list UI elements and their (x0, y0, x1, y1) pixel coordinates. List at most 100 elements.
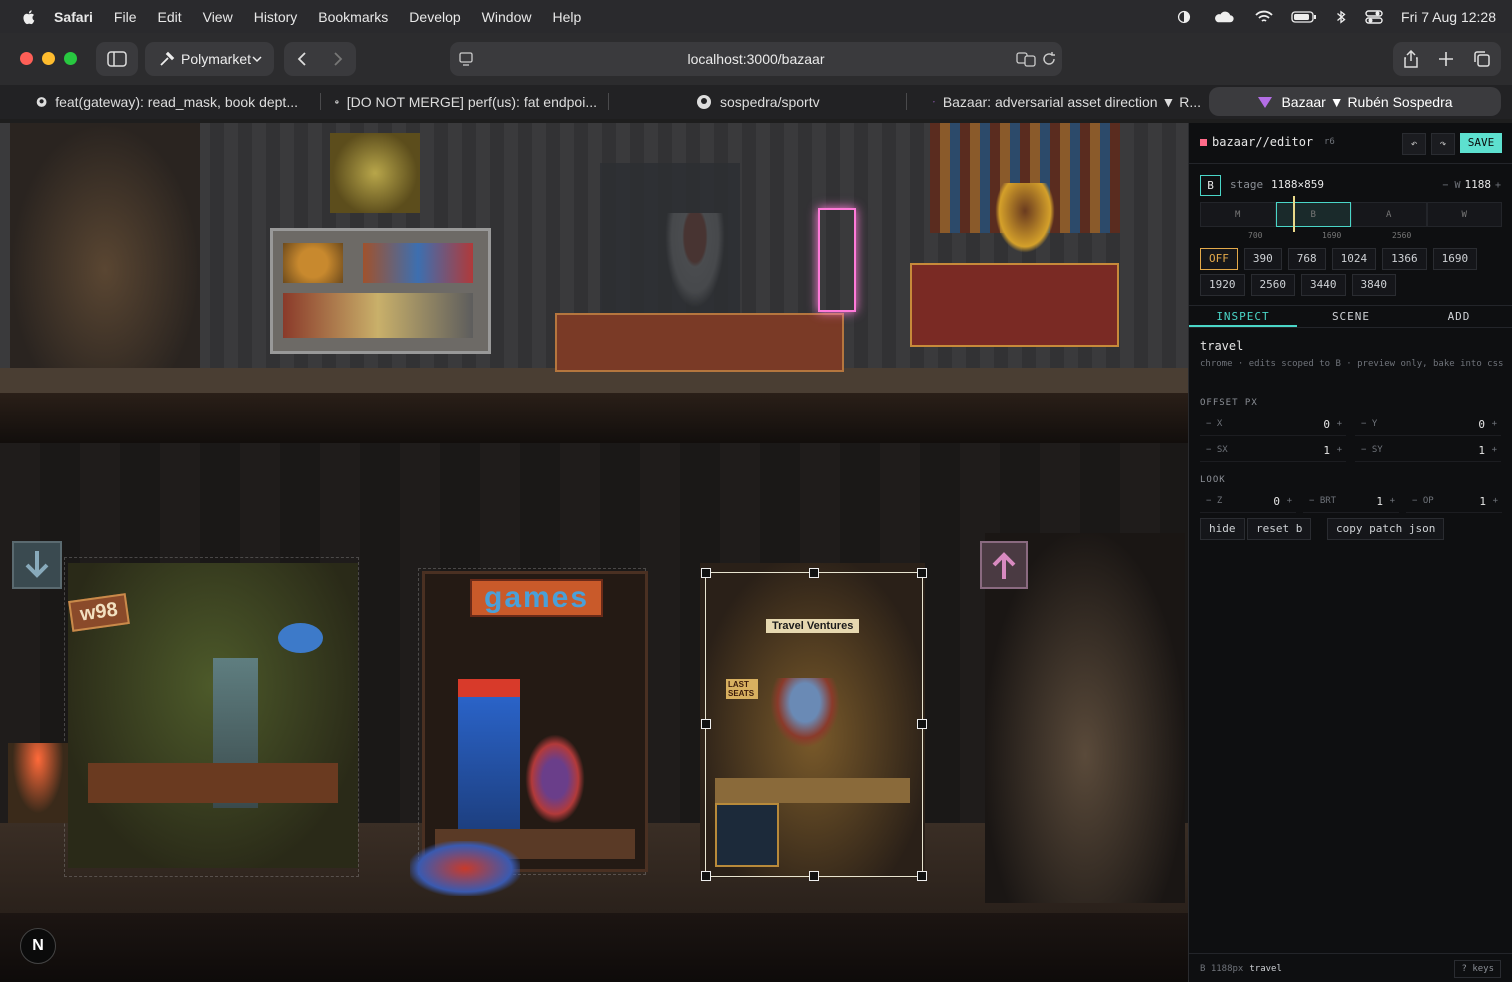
tab-perf-pr[interactable]: [DO NOT MERGE] perf(us): fat endpoi... (335, 87, 597, 116)
control-center-icon[interactable] (1365, 9, 1383, 24)
resize-handle-n[interactable] (809, 568, 819, 578)
bazaar-stage[interactable]: w98 games Travel Ventures LAST SEATS N (0, 123, 1188, 982)
resize-handle-s[interactable] (809, 871, 819, 881)
close-window-button[interactable] (20, 52, 33, 65)
battery-icon[interactable] (1291, 10, 1317, 24)
media-vendor[interactable] (995, 183, 1055, 253)
look-z-field[interactable]: − Z 0 + (1200, 492, 1296, 513)
field-value[interactable]: 0 (1323, 418, 1330, 431)
next-devtools-button[interactable]: N (20, 928, 56, 964)
selection-frame[interactable] (705, 572, 923, 877)
back-button[interactable] (296, 51, 308, 67)
breakpoint-w[interactable]: W (1426, 202, 1502, 227)
resize-handle-e[interactable] (917, 719, 927, 729)
cloud-icon[interactable] (1211, 10, 1237, 24)
field-value[interactable]: 0 (1273, 495, 1280, 508)
forward-button[interactable] (332, 51, 344, 67)
width-decrement[interactable]: − W (1442, 180, 1460, 191)
profile-selector[interactable]: Polymarket (145, 42, 274, 76)
save-button[interactable]: SAVE (1460, 133, 1502, 153)
copy-patch-json-button[interactable]: copy patch json (1327, 518, 1445, 540)
undo-button[interactable]: ↶ (1402, 133, 1426, 155)
contrast-icon[interactable] (1175, 10, 1193, 24)
breakpoint-slider[interactable]: M B A W (1200, 196, 1502, 232)
sidebar-toggle-button[interactable] (96, 42, 138, 76)
width-preset[interactable]: 1920 (1200, 274, 1245, 296)
tab-add[interactable]: ADD (1405, 306, 1512, 327)
increment-button[interactable]: + (1390, 496, 1395, 506)
width-preset[interactable]: 390 (1243, 248, 1282, 270)
offset-x-field[interactable]: − X 0 + (1200, 415, 1346, 436)
clock[interactable]: Fri 7 Aug 12:28 (1401, 9, 1496, 25)
translate-icon[interactable] (1016, 51, 1036, 67)
breakpoint-a[interactable]: A (1351, 202, 1427, 227)
resize-handle-se[interactable] (917, 871, 927, 881)
tab-bazaar-direction[interactable]: Bazaar: adversarial asset direction ▼ R.… (933, 87, 1201, 116)
width-preset-off[interactable]: OFF (1200, 248, 1238, 270)
increment-button[interactable]: + (1287, 496, 1292, 506)
offset-sx-field[interactable]: − SX 1 + (1200, 441, 1346, 462)
robot-lamp-prop[interactable] (330, 133, 420, 213)
neon-sign[interactable] (818, 208, 856, 312)
breakpoint-badge[interactable]: B (1200, 175, 1221, 196)
hide-button[interactable]: hide (1200, 518, 1245, 540)
tab-overview-button[interactable] (1473, 50, 1491, 68)
field-value[interactable]: 1 (1478, 444, 1485, 457)
tab-sportv[interactable]: sospedra/sportv (696, 87, 856, 116)
width-preset[interactable]: 768 (1287, 248, 1326, 270)
down-stairs-sign[interactable] (12, 541, 62, 589)
field-value[interactable]: 1 (1323, 444, 1330, 457)
field-value[interactable]: 1 (1376, 495, 1383, 508)
menu-history[interactable]: History (254, 9, 298, 25)
menu-window[interactable]: Window (482, 9, 532, 25)
breakpoint-b[interactable]: B (1275, 202, 1351, 227)
tech-rug[interactable] (555, 313, 844, 372)
look-brightness-field[interactable]: − BRT 1 + (1303, 492, 1399, 513)
increment-button[interactable]: + (1492, 445, 1497, 455)
resize-handle-nw[interactable] (701, 568, 711, 578)
tab-bazaar-active[interactable]: Bazaar ▼ Rubén Sospedra (1209, 87, 1501, 116)
menu-file[interactable]: File (114, 9, 137, 25)
offset-y-field[interactable]: − Y 0 + (1355, 415, 1501, 436)
menu-app-name[interactable]: Safari (54, 9, 93, 25)
media-counter[interactable] (910, 263, 1119, 347)
menu-view[interactable]: View (203, 9, 233, 25)
minimize-window-button[interactable] (42, 52, 55, 65)
address-bar[interactable]: localhost:3000/bazaar (450, 42, 1062, 76)
tab-inspect[interactable]: INSPECT (1189, 306, 1297, 327)
resize-handle-w[interactable] (701, 719, 711, 729)
increment-button[interactable]: + (1493, 496, 1498, 506)
increment-button[interactable]: + (1337, 445, 1342, 455)
breakpoint-m[interactable]: M (1200, 202, 1276, 227)
tab-gateway-pr[interactable]: feat(gateway): read_mask, book dept... (36, 87, 298, 116)
reset-breakpoint-button[interactable]: reset b (1247, 518, 1312, 540)
field-value[interactable]: 1 (1479, 495, 1486, 508)
tab-scene[interactable]: SCENE (1297, 306, 1405, 327)
width-value[interactable]: 1188 (1464, 178, 1491, 191)
width-preset[interactable]: 1366 (1382, 248, 1427, 270)
apple-icon[interactable] (20, 8, 38, 26)
width-cursor[interactable] (1293, 196, 1295, 232)
resize-handle-ne[interactable] (917, 568, 927, 578)
width-preset[interactable]: 3440 (1301, 274, 1346, 296)
offset-sy-field[interactable]: − SY 1 + (1355, 441, 1501, 462)
width-preset[interactable]: 3840 (1351, 274, 1396, 296)
wifi-icon[interactable] (1255, 10, 1273, 24)
menu-edit[interactable]: Edit (157, 9, 181, 25)
width-preset[interactable]: 1024 (1331, 248, 1377, 270)
increment-button[interactable]: + (1337, 419, 1342, 429)
width-increment[interactable]: + (1495, 180, 1501, 191)
menu-develop[interactable]: Develop (409, 9, 460, 25)
field-value[interactable]: 0 (1478, 418, 1485, 431)
zoom-window-button[interactable] (64, 52, 77, 65)
look-opacity-field[interactable]: − OP 1 + (1406, 492, 1502, 513)
reload-icon[interactable] (1042, 52, 1056, 66)
redo-button[interactable]: ↷ (1431, 133, 1455, 155)
width-preset[interactable]: 2560 (1250, 274, 1295, 296)
width-preset[interactable]: 1690 (1432, 248, 1478, 270)
resize-handle-sw[interactable] (701, 871, 711, 881)
keys-help-button[interactable]: ? keys (1454, 960, 1501, 978)
spiral-staircase-top[interactable] (10, 123, 200, 368)
menu-help[interactable]: Help (552, 9, 581, 25)
increment-button[interactable]: + (1492, 419, 1497, 429)
